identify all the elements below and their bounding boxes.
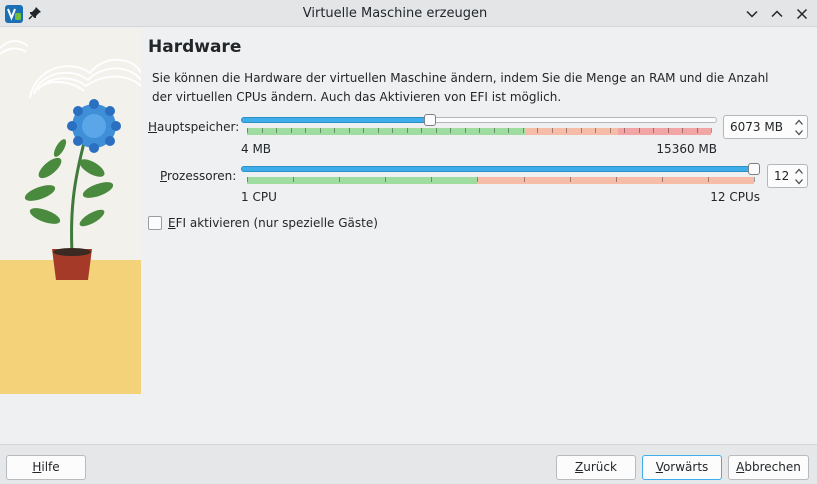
back-button[interactable]: Zurück	[556, 455, 636, 480]
slider-tick	[667, 128, 669, 133]
slider-tick	[682, 128, 683, 133]
close-button[interactable]	[794, 6, 810, 22]
cpu-max-label: 12 CPUs	[710, 190, 760, 204]
slider-tick	[566, 128, 567, 133]
cpu-slider-fill	[241, 166, 754, 172]
memory-value[interactable]: 6073 MB	[730, 120, 783, 134]
memory-slider-fill	[241, 117, 430, 123]
slider-tick	[537, 128, 538, 133]
slider-tick	[348, 128, 350, 133]
efi-label-mnemonic: E	[168, 216, 176, 230]
memory-max-label: 15360 MB	[656, 142, 717, 156]
slider-tick	[661, 177, 663, 182]
slider-tick	[247, 128, 248, 133]
slider-tick	[334, 128, 335, 133]
slider-tick	[435, 128, 437, 133]
slider-tick	[406, 128, 408, 133]
spin-up-icon[interactable]	[794, 167, 804, 176]
memory-spinbox[interactable]: 6073 MB	[723, 115, 808, 139]
wizard-illustration	[0, 28, 141, 394]
cpu-value[interactable]: 12	[774, 169, 789, 183]
slider-tick	[363, 128, 364, 133]
slider-tick	[624, 128, 625, 133]
help-text: ilfe	[41, 460, 60, 474]
spin-up-icon[interactable]	[794, 118, 804, 127]
slider-tick	[638, 128, 640, 133]
next-text: orwärts	[662, 460, 709, 474]
slider-tick	[276, 128, 277, 133]
efi-checkbox[interactable]	[148, 216, 162, 230]
button-bar: Hilfe Zurück Vorwärts Abbrechen	[0, 444, 817, 484]
back-text: urück	[583, 460, 617, 474]
cpu-min-label: 1 CPU	[241, 190, 277, 204]
description-line: Sie können die Hardware der virtuellen M…	[152, 71, 769, 85]
cpu-ticks	[241, 177, 755, 184]
memory-ticks	[241, 128, 712, 135]
description-line: der virtuellen CPUs ändern. Auch das Akt…	[152, 90, 562, 104]
chevron-down-icon	[746, 10, 758, 18]
slider-tick	[293, 177, 295, 182]
slider-tick	[595, 128, 596, 133]
cpu-spinbox[interactable]: 12	[767, 164, 808, 188]
slider-tick	[580, 128, 582, 133]
maximize-button[interactable]	[769, 6, 785, 22]
cpu-label: Prozessoren:	[160, 169, 236, 183]
wizard-page: Hardware Sie können die Hardware der vir…	[0, 28, 817, 444]
cpu-slider-handle[interactable]	[748, 163, 760, 175]
memory-slider-handle[interactable]	[424, 114, 436, 126]
help-button[interactable]: Hilfe	[6, 455, 86, 480]
slider-tick	[392, 128, 393, 133]
minimize-button[interactable]	[744, 6, 760, 22]
next-mnemonic: V	[655, 460, 663, 474]
cancel-button[interactable]: Abbrechen	[728, 455, 809, 480]
slider-tick	[385, 177, 387, 182]
slider-tick	[609, 128, 611, 133]
next-button[interactable]: Vorwärts	[642, 455, 722, 480]
slider-tick	[305, 128, 306, 133]
slider-tick	[696, 128, 698, 133]
slider-tick	[450, 128, 451, 133]
cpu-label-text: rozessoren:	[167, 169, 237, 183]
slider-tick	[653, 128, 654, 133]
efi-label-text: FI aktivieren (nur spezielle Gäste)	[175, 216, 378, 230]
slider-tick	[523, 177, 525, 182]
memory-label: Hauptspeicher:	[148, 120, 239, 134]
slider-tick	[290, 128, 292, 133]
slider-tick	[711, 128, 712, 133]
slider-tick	[464, 128, 466, 133]
slider-tick	[754, 177, 755, 182]
spin-down-icon[interactable]	[794, 128, 804, 137]
memory-slider[interactable]	[241, 114, 717, 137]
slider-tick	[319, 128, 321, 133]
slider-tick	[339, 177, 341, 182]
slider-tick	[261, 128, 263, 133]
cancel-text: bbrechen	[744, 460, 801, 474]
slider-tick	[522, 128, 524, 133]
slider-tick	[431, 177, 433, 182]
close-icon	[796, 8, 808, 20]
page-title: Hardware	[148, 37, 242, 57]
slider-tick	[247, 177, 248, 182]
slider-tick	[569, 177, 571, 182]
slider-tick	[421, 128, 422, 133]
slider-tick	[551, 128, 553, 133]
slider-tick	[707, 177, 709, 182]
efi-label[interactable]: EFI aktivieren (nur spezielle Gäste)	[168, 216, 378, 230]
spin-down-icon[interactable]	[794, 177, 804, 186]
window-title: Virtuelle Maschine erzeugen	[302, 6, 488, 21]
chevron-up-icon	[771, 10, 783, 18]
cpu-slider[interactable]	[241, 163, 760, 186]
memory-label-text: auptspeicher:	[157, 120, 240, 134]
slider-tick	[377, 128, 379, 133]
slider-tick	[615, 177, 617, 182]
page-description: Sie können die Hardware der virtuellen M…	[152, 69, 772, 107]
memory-min-label: 4 MB	[241, 142, 272, 156]
slider-tick	[493, 128, 495, 133]
memory-label-mnemonic: H	[148, 120, 158, 134]
slider-tick	[508, 128, 509, 133]
slider-tick	[479, 128, 480, 133]
slider-tick	[477, 177, 479, 182]
cpu-label-mnemonic: P	[160, 169, 168, 183]
title-bar[interactable]: Virtuelle Maschine erzeugen	[0, 0, 817, 27]
